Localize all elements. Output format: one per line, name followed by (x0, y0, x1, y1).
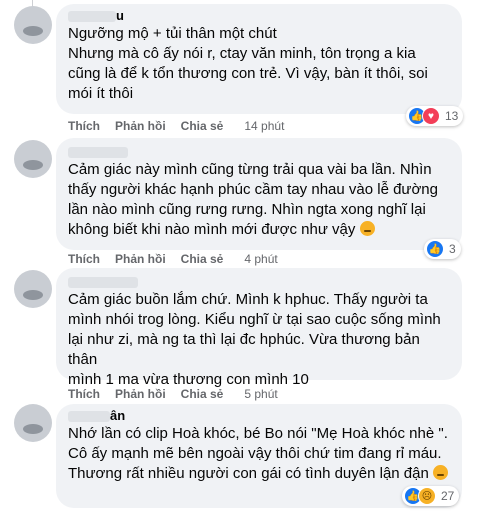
comment-line: Thương rất nhiều người con gái có tình d… (68, 464, 450, 484)
comment-line: thấy người khác hạnh phúc cầm tay nhau v… (68, 181, 438, 198)
comment-text: Cảm giác này mình cũng từng trải qua vài… (68, 160, 450, 240)
reaction-count: 13 (445, 109, 459, 123)
avatar[interactable] (14, 140, 52, 178)
reaction-summary[interactable]: 👍 ☹ 27 (402, 486, 460, 506)
care-reaction-icon: ☹ (418, 487, 436, 505)
name-redaction (68, 277, 138, 289)
comment-bubble: Cảm giác buồn lắm chứ. Mình k hphuc. Thấ… (56, 268, 462, 388)
reaction-summary[interactable]: 👍 3 (424, 239, 461, 259)
reply-button[interactable]: Phản hồi (115, 386, 166, 402)
reaction-count: 3 (449, 242, 456, 256)
comment-text: Nhớ lần có clip Hoà khóc, bé Bo nói "Mẹ … (68, 424, 450, 484)
avatar[interactable] (14, 270, 52, 308)
like-button[interactable]: Thích (68, 118, 100, 134)
comment-actions: Thích Phản hồi Chia sẻ 14 phút (68, 118, 299, 134)
comment-line: Ngưỡng mộ + tủi thân một chút (68, 25, 277, 42)
comment-text: Ngưỡng mộ + tủi thân một chút Nhưng mà cô… (68, 24, 450, 104)
reaction-count: 27 (441, 489, 455, 503)
comment-line: Cô ấy mạnh mẽ bên ngoài vậy thôi chứ tim… (68, 445, 442, 462)
comment-line: mói ít thôi (68, 85, 134, 102)
comment-text: Cảm giác buồn lắm chứ. Mình k hphuc. Thấ… (68, 290, 450, 390)
like-button[interactable]: Thích (68, 386, 100, 402)
commenter-name[interactable]: u (68, 8, 450, 24)
like-reaction-icon: 👍 (426, 240, 444, 258)
comment-line: Nhưng mà cô ấy nói r, ctay văn minh, tôn… (68, 45, 416, 62)
commenter-name[interactable]: ân (68, 408, 450, 424)
comment-bubble: u Ngưỡng mộ + tủi thân một chút Nhưng mà … (56, 4, 462, 114)
comment-actions: Thích Phản hồi Chia sẻ 4 phút (68, 251, 293, 267)
comment-line: không biết khi nào mình mới được như vậy (68, 220, 450, 240)
name-redaction (68, 147, 128, 159)
name-redaction (68, 11, 116, 23)
timestamp[interactable]: 14 phút (244, 118, 284, 134)
commenter-name[interactable] (68, 274, 450, 290)
commenter-name[interactable] (68, 144, 450, 160)
name-redaction (68, 411, 110, 423)
comment-actions: Thích Phản hồi Chia sẻ 5 phút (68, 386, 293, 402)
reply-button[interactable]: Phản hồi (115, 118, 166, 134)
comment-line: Cảm giác này mình cũng từng trải qua vài… (68, 161, 432, 178)
comment-line: Nhớ lần có clip Hoà khóc, bé Bo nói "Mẹ … (68, 425, 448, 442)
avatar[interactable] (14, 404, 52, 442)
comment-line: Cảm giác buồn lắm chứ. Mình k hphuc. Thấ… (68, 291, 428, 308)
share-button[interactable]: Chia sẻ (181, 251, 224, 267)
like-button[interactable]: Thích (68, 251, 100, 267)
avatar[interactable] (14, 6, 52, 44)
share-button[interactable]: Chia sẻ (181, 386, 224, 402)
reply-button[interactable]: Phản hồi (115, 251, 166, 267)
sad-emoji-icon (433, 465, 448, 480)
sad-emoji-icon (359, 221, 375, 236)
share-button[interactable]: Chia sẻ (181, 118, 224, 134)
heart-reaction-icon: ♥ (422, 107, 440, 125)
comment-line: mình nhói trog lòng. Kiểu nghĩ ừ tại sao… (68, 311, 441, 328)
comment-bubble: Cảm giác này mình cũng từng trải qua vài… (56, 138, 462, 250)
comment-bubble: ân Nhớ lần có clip Hoà khóc, bé Bo nói "… (56, 404, 462, 508)
comment-line: lại như zi, mà ng ta thì lại đc hphúc. V… (68, 331, 424, 368)
comment-line: cũng là để k tổn thương con trẻ. Vì vậy,… (68, 65, 428, 82)
timestamp[interactable]: 4 phút (244, 251, 277, 267)
timestamp[interactable]: 5 phút (244, 386, 277, 402)
comment-line: lần nào mình cũng rưng rưng. Nhìn ngta x… (68, 201, 426, 218)
reaction-summary[interactable]: 👍 ♥ 13 (406, 106, 464, 126)
